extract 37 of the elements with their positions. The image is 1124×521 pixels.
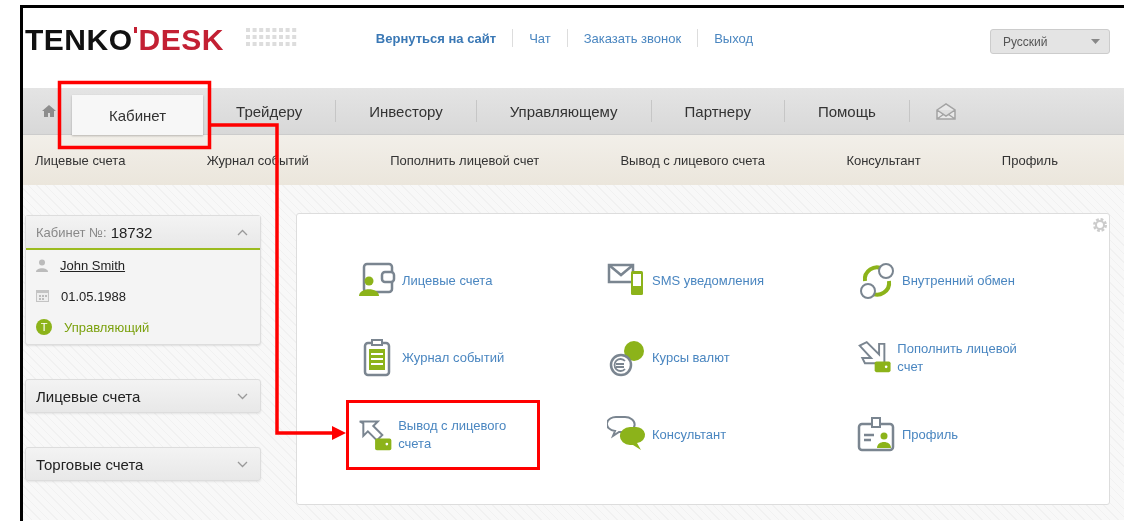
subnav-link[interactable]: Вывод с лицевого счета [620,152,766,168]
nav-tab[interactable]: Помощь [784,87,909,135]
role-badge: T [36,319,52,335]
dashboard-link[interactable]: Консультант [597,401,789,469]
birth-date: 01.05.1988 [61,288,127,304]
accordion-panel[interactable]: Торговые счета [25,447,261,481]
subnav-link[interactable]: Консультант [846,152,921,168]
subnav-link[interactable]: Пополнить лицевой счет [390,152,540,168]
header-link[interactable]: Чат [513,30,567,46]
dashboard-link[interactable]: Внутренний обмен [847,247,1039,315]
dashboard-link[interactable]: Журнал событий [347,324,539,392]
nav-tab[interactable]: Кабинет [72,95,204,135]
header-link[interactable]: Выход [698,30,770,46]
dashboard-link[interactable]: SMS уведомления [597,247,789,315]
role-label: Управляющий [64,319,150,335]
dashboard-link[interactable]: Профиль [847,401,1039,469]
header-link[interactable]: Заказать звонок [567,30,698,46]
dashboard-link[interactable]: Вывод с лицевого счета [347,401,539,469]
user-name-link[interactable]: John Smith [60,257,126,273]
nav-tab[interactable]: Управляющему [476,87,651,135]
dashboard-link[interactable]: Лицевые счета [347,247,539,315]
subnav-link[interactable]: Лицевые счета [35,152,126,168]
nav-tab[interactable]: Трейдеру [203,87,336,135]
dashboard-link[interactable]: Курсы валют [597,324,789,392]
accordion-title: Лицевые счета [36,387,141,405]
subnav-link[interactable]: Профиль [1001,152,1058,168]
nav-tab[interactable]: Партнеру [651,87,784,135]
header-link[interactable]: Вернуться на сайт [375,30,513,46]
nav-tab[interactable]: Инвестору [336,87,476,135]
cabinet-number: 18732 [110,223,153,241]
dashboard-link[interactable]: Пополнить лицевой счет [847,324,1039,392]
accordion-panel[interactable]: Лицевые счета [25,379,261,413]
language-select[interactable]: Русский [990,29,1110,54]
cabinet-label: Кабинет №: [36,224,107,240]
cabinet-card-header[interactable]: Кабинет №: 18732 [26,216,260,250]
accordion-title: Торговые счета [36,455,144,473]
logo[interactable]: TENKO DESK [25,25,224,55]
